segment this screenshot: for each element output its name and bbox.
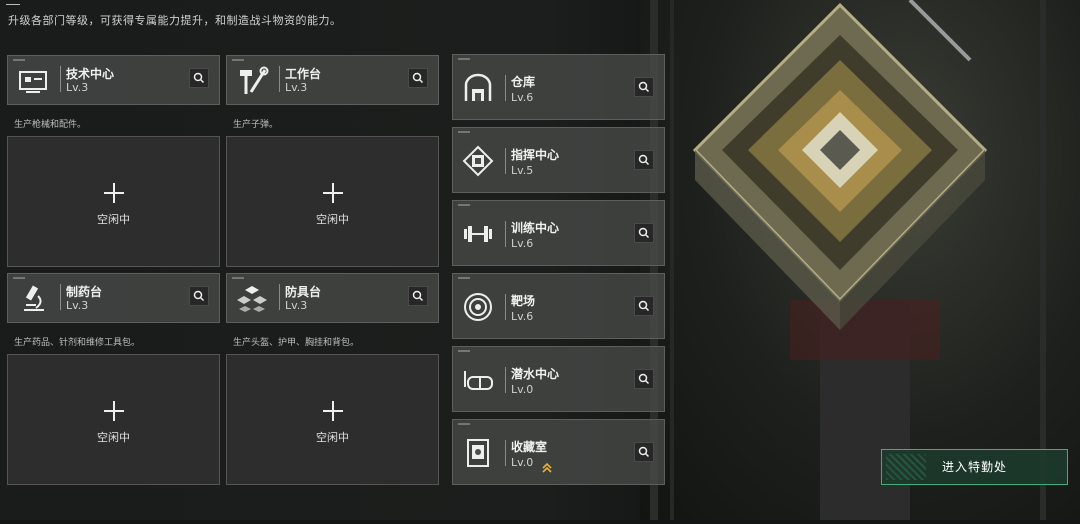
diving-mask-icon [461,363,495,397]
enter-special-ops-button[interactable]: 进入特勤处 [881,449,1068,485]
armor-blocks-icon [235,282,269,316]
dumbbell-icon [461,217,495,251]
facility-card-training-center[interactable]: 训练中心 Lv.6 [452,200,665,266]
background-artwork-cube [640,0,1080,520]
facility-level: Lv.0 [511,456,534,469]
production-slot-idle[interactable]: 空闲中 [7,354,220,485]
search-icon[interactable] [408,68,428,88]
department-card-armor-bench[interactable]: 防具台 Lv.3 [226,273,439,323]
computer-monitor-icon [16,64,50,98]
top-mark [6,4,20,5]
microscope-icon [16,282,50,316]
warehouse-icon [461,71,495,105]
facility-name: 收藏室 [511,440,548,454]
double-chevron-up-icon [541,458,553,473]
search-icon[interactable] [634,150,654,170]
department-description: 生产枪械和配件。 [14,120,87,130]
facility-name: 仓库 [511,75,536,89]
facility-level: Lv.6 [511,237,534,250]
slot-status: 空闲中 [97,213,130,226]
production-slot-idle[interactable]: 空闲中 [226,354,439,485]
facility-card-shooting-range[interactable]: 靶场 Lv.6 [452,273,665,339]
search-icon[interactable] [408,286,428,306]
target-icon [461,290,495,324]
facility-card-collection-room[interactable]: 收藏室 Lv.0 [452,419,665,485]
department-description: 生产药品、针剂和维修工具包。 [14,338,141,348]
search-icon[interactable] [634,296,654,316]
search-icon[interactable] [634,223,654,243]
department-name: 技术中心 [66,67,115,81]
facility-level: Lv.0 [511,383,534,396]
add-icon [322,183,343,203]
slot-status: 空闲中 [316,431,349,444]
search-icon[interactable] [634,442,654,462]
search-icon[interactable] [634,77,654,97]
department-name: 防具台 [285,285,322,299]
department-card-pharmacy[interactable]: 制药台 Lv.3 [7,273,220,323]
production-slot-idle[interactable]: 空闲中 [7,136,220,267]
facility-level: Lv.6 [511,91,534,104]
department-level: Lv.3 [66,299,89,312]
search-icon[interactable] [189,68,209,88]
department-level: Lv.3 [285,81,308,94]
department-description: 生产子弹。 [233,120,279,130]
search-icon[interactable] [189,286,209,306]
department-level: Lv.3 [66,81,89,94]
slot-status: 空闲中 [97,431,130,444]
search-icon[interactable] [634,369,654,389]
page-subtitle: 升级各部门等级，可获得专属能力提升，和制造战斗物资的能力。 [8,14,342,27]
add-icon [103,401,124,421]
facility-name: 靶场 [511,294,536,308]
add-icon [103,183,124,203]
department-card-workbench[interactable]: 工作台 Lv.3 [226,55,439,105]
collection-case-icon [461,436,495,470]
facility-level: Lv.6 [511,310,534,323]
add-icon [322,401,343,421]
facility-name: 指挥中心 [511,148,560,162]
department-level: Lv.3 [285,299,308,312]
facility-name: 训练中心 [511,221,560,235]
facility-card-diving-center[interactable]: 潜水中心 Lv.0 [452,346,665,412]
department-description: 生产头盔、护甲、胸挂和背包。 [233,338,360,348]
slot-status: 空闲中 [316,213,349,226]
chip-icon [461,144,495,178]
hammer-wrench-icon [235,64,269,98]
facility-card-warehouse[interactable]: 仓库 Lv.6 [452,54,665,120]
facility-level: Lv.5 [511,164,534,177]
facility-card-command-center[interactable]: 指挥中心 Lv.5 [452,127,665,193]
facility-name: 潜水中心 [511,367,560,381]
department-card-tech-center[interactable]: 技术中心 Lv.3 [7,55,220,105]
production-slot-idle[interactable]: 空闲中 [226,136,439,267]
department-name: 制药台 [66,285,103,299]
department-name: 工作台 [285,67,322,81]
